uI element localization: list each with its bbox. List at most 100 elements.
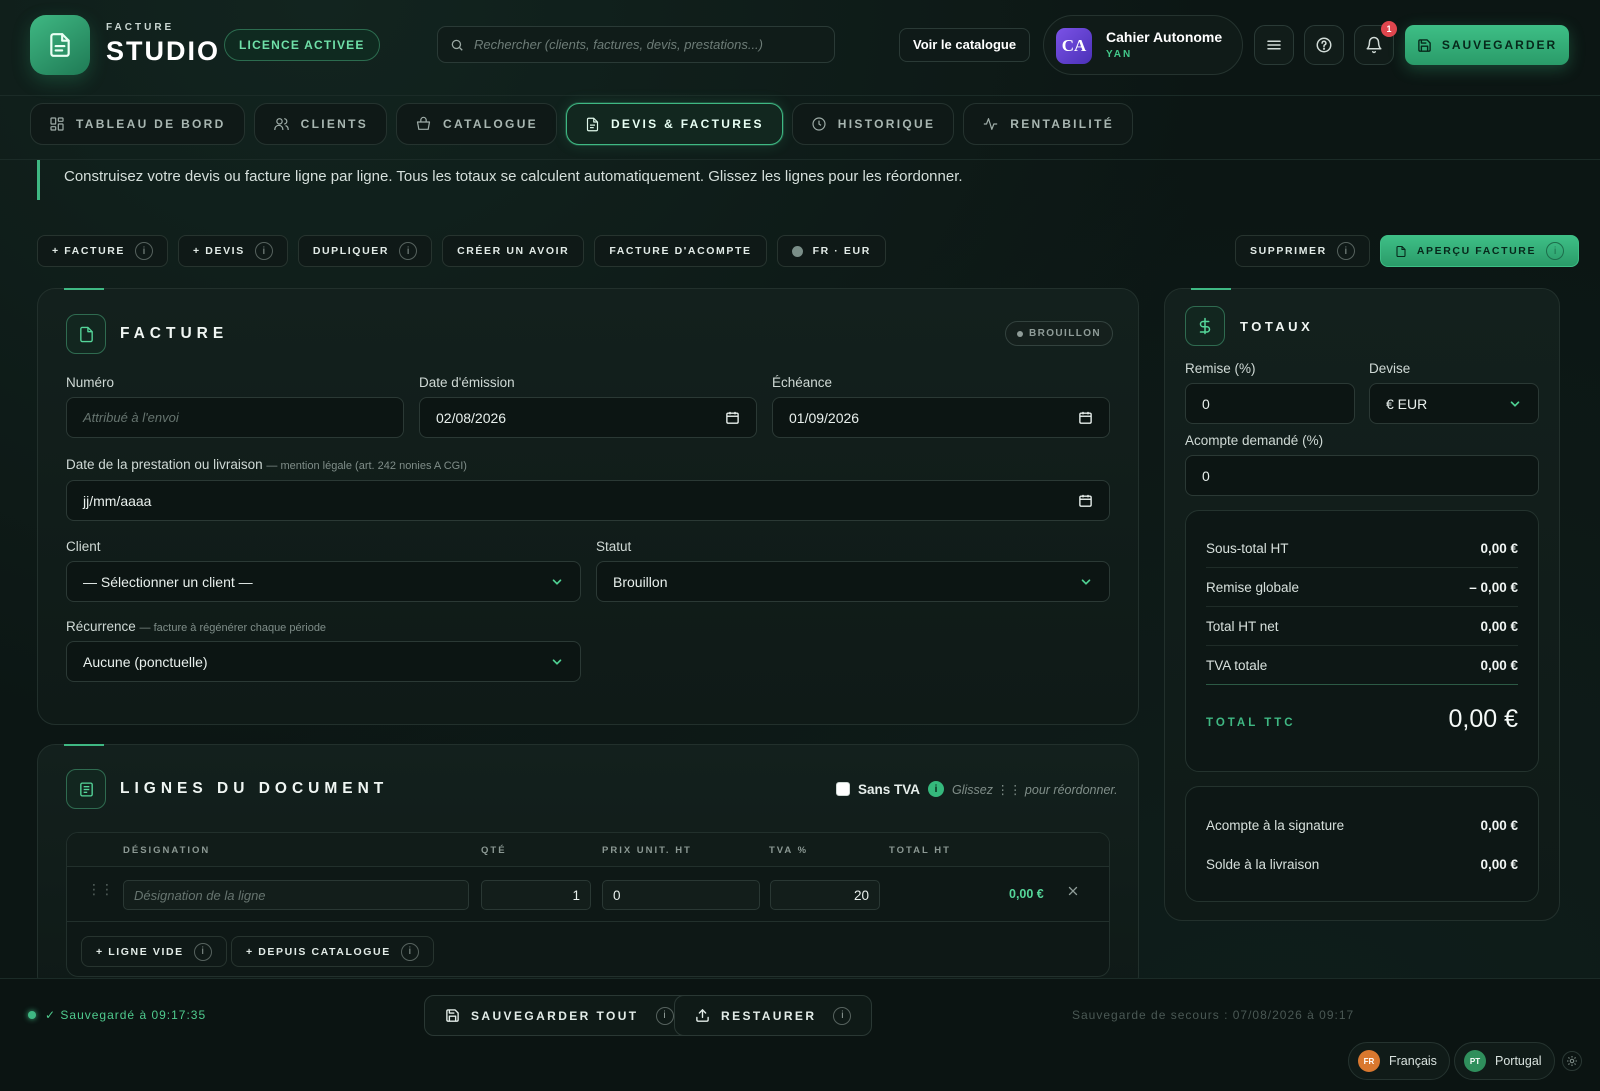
delete-button[interactable]: SUPPRIMER i: [1235, 235, 1370, 267]
restore-button[interactable]: RESTAURER i: [674, 995, 873, 1036]
preview-invoice-button[interactable]: APERÇU FACTURE i: [1379, 235, 1580, 267]
invoice-card-icon: [66, 314, 106, 354]
currency-select[interactable]: € EUR: [1369, 383, 1539, 424]
quantity-input[interactable]: 1: [481, 880, 591, 910]
info-icon[interactable]: i: [193, 942, 212, 961]
locale-button[interactable]: FR · EUR: [776, 235, 886, 267]
info-icon[interactable]: i: [928, 781, 945, 797]
new-quote-button[interactable]: + DEVIS i: [178, 235, 288, 267]
line-total: 0,00 €: [1009, 887, 1044, 901]
calendar-icon[interactable]: [1078, 410, 1093, 425]
brand-subtitle: FACTURE: [106, 22, 175, 33]
duplicate-button[interactable]: DUPLIQUER i: [297, 235, 433, 267]
settings-button[interactable]: [1562, 1051, 1582, 1071]
tab-dashboard[interactable]: TABLEAU DE BORD: [30, 103, 245, 145]
dashboard-icon: [50, 117, 64, 131]
vat-rate-input[interactable]: 20: [770, 880, 880, 910]
issue-date-field[interactable]: 02/08/2026: [419, 397, 757, 438]
tab-label: HISTORIQUE: [837, 117, 936, 131]
card-accent: [64, 744, 104, 746]
add-empty-label: + LIGNE VIDE: [96, 945, 184, 958]
ttc-value: 0,00 €: [1448, 705, 1518, 733]
discount-label: Remise (%): [1185, 361, 1256, 376]
help-icon: [1316, 37, 1332, 53]
clock-icon: [812, 117, 826, 131]
recurrence-select[interactable]: Aucune (ponctuelle): [66, 641, 581, 682]
number-label: Numéro: [66, 375, 115, 390]
status-badge: BROUILLON: [1005, 321, 1114, 346]
number-field[interactable]: Attribué à l'envoi: [66, 397, 404, 438]
no-vat-checkbox[interactable]: [836, 782, 850, 796]
recurrence-label: Récurrence — facture à régénérer chaque …: [66, 619, 326, 634]
tab-catalogue[interactable]: CATALOGUE: [396, 103, 557, 145]
subtotal-value: 0,00 €: [1480, 541, 1518, 556]
service-date-label-text: Date de la prestation ou livraison: [66, 457, 263, 472]
gear-icon: [1567, 1056, 1577, 1066]
remove-line-button[interactable]: [1067, 885, 1079, 897]
recurrence-select-value: Aucune (ponctuelle): [83, 653, 208, 670]
client-label: Client: [66, 539, 101, 554]
info-icon[interactable]: i: [833, 1006, 852, 1025]
info-icon[interactable]: i: [135, 242, 154, 260]
service-date-field[interactable]: jj/mm/aaaa: [66, 480, 1110, 521]
license-badge: LICENCE ACTIVEE: [224, 29, 380, 61]
document-icon: [586, 117, 599, 131]
calendar-icon[interactable]: [725, 410, 740, 425]
column-header: TVA %: [769, 845, 809, 856]
notifications-button[interactable]: 1: [1354, 21, 1397, 65]
language-portugal-button[interactable]: PT Portugal: [1454, 1042, 1555, 1080]
view-catalog-button[interactable]: Voir le catalogue: [899, 28, 1031, 62]
column-header: TOTAL HT: [889, 845, 951, 856]
status-select[interactable]: Brouillon: [596, 561, 1110, 602]
add-from-catalog-button[interactable]: + DEPUIS CATALOGUE i: [231, 936, 434, 967]
user-profile[interactable]: CA Cahier Autonome YAN: [1043, 15, 1243, 75]
balance-row: Solde à la livraison 0,00 €: [1206, 845, 1518, 883]
calendar-icon[interactable]: [1078, 493, 1093, 508]
drag-handle-icon[interactable]: ⋮⋮: [87, 881, 114, 898]
save-all-button[interactable]: SAUVEGARDER TOUT i: [424, 995, 695, 1036]
designation-input[interactable]: Désignation de la ligne: [123, 880, 469, 910]
tab-history[interactable]: HISTORIQUE: [791, 103, 955, 145]
save-button-label: SAUVEGARDER: [1441, 38, 1558, 52]
deposit-invoice-button[interactable]: FACTURE D'ACOMPTE: [594, 235, 767, 267]
language-french-button[interactable]: FR Français: [1348, 1042, 1450, 1080]
due-date-field[interactable]: 01/09/2026: [772, 397, 1110, 438]
info-icon[interactable]: i: [400, 942, 419, 961]
menu-button[interactable]: [1254, 25, 1294, 65]
recurrence-label-text: Récurrence: [66, 619, 136, 634]
add-empty-line-button[interactable]: + LIGNE VIDE i: [81, 936, 227, 967]
table-header: DÉSIGNATION QTÉ PRIX UNIT. HT TVA % TOTA…: [67, 833, 1109, 867]
save-button[interactable]: SAUVEGARDER: [1405, 25, 1569, 65]
tab-quotes-invoices[interactable]: DEVIS & FACTURES: [565, 103, 783, 145]
deposit-input[interactable]: 0: [1185, 455, 1539, 496]
search-bar[interactable]: [437, 26, 835, 63]
info-icon[interactable]: i: [399, 242, 418, 260]
unit-price-input[interactable]: 0: [602, 880, 760, 910]
search-input[interactable]: [474, 37, 814, 52]
client-select[interactable]: — Sélectionner un client —: [66, 561, 581, 602]
info-icon[interactable]: i: [1546, 242, 1565, 260]
chevron-down-icon: [1510, 400, 1520, 407]
help-button[interactable]: [1304, 25, 1344, 65]
info-icon[interactable]: i: [1336, 242, 1355, 260]
info-icon[interactable]: i: [655, 1006, 674, 1025]
net-total-label: Total HT net: [1206, 619, 1279, 634]
app-logo[interactable]: [30, 15, 90, 75]
tab-profitability[interactable]: RENTABILITÉ: [963, 103, 1134, 145]
tab-clients[interactable]: CLIENTS: [253, 103, 388, 145]
discount-input[interactable]: 0: [1185, 383, 1355, 424]
drag-hint: Glissez ⋮⋮ pour réordonner.: [952, 783, 1118, 797]
column-header: QTÉ: [481, 845, 507, 856]
tab-label: RENTABILITÉ: [1010, 117, 1115, 131]
basket-icon: [416, 116, 431, 130]
document-icon: [1396, 245, 1406, 257]
top-bar: FACTURE STUDIO LICENCE ACTIVEE Voir le c…: [0, 0, 1600, 96]
activity-icon: [984, 118, 998, 130]
credit-note-button[interactable]: CRÉER UN AVOIR: [442, 235, 585, 267]
new-invoice-button[interactable]: + FACTURE i: [37, 235, 169, 267]
tab-label: DEVIS & FACTURES: [610, 117, 764, 131]
locale-label: FR · EUR: [812, 245, 871, 257]
no-vat-toggle[interactable]: Sans TVA i: [836, 781, 945, 797]
info-icon[interactable]: i: [254, 242, 273, 260]
deposit-sign-value: 0,00 €: [1480, 817, 1518, 833]
